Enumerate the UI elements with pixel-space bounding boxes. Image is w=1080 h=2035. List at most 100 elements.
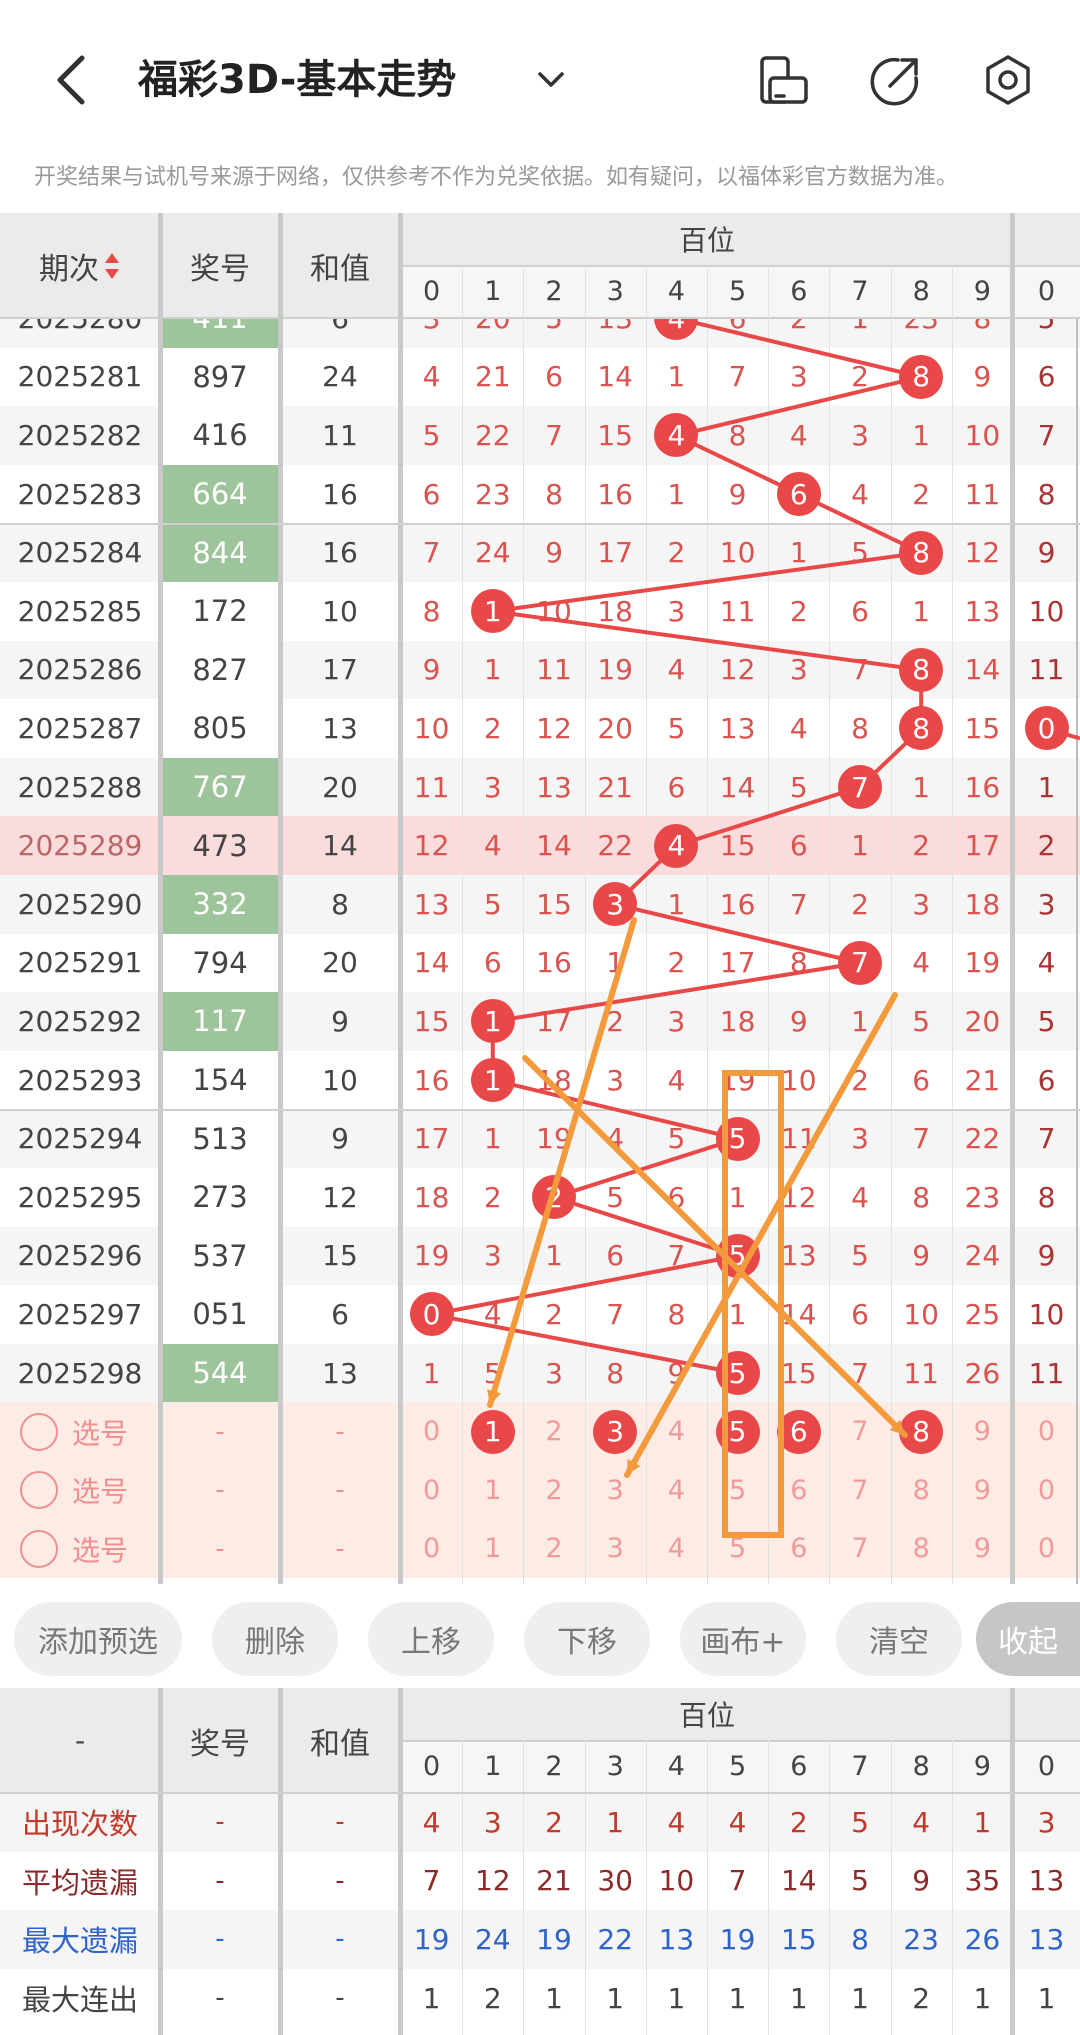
omission-value: 6 [912, 1063, 931, 1097]
issue-cell: 2025287 [17, 711, 143, 745]
selected-ball[interactable]: 6 [776, 1409, 821, 1454]
omission-value: 1 [789, 536, 808, 570]
select-digit[interactable]: 6 [790, 1533, 807, 1564]
select-digit-cell[interactable]: 4 [646, 1520, 707, 1579]
add-preselect-button[interactable]: 添加预选 [14, 1602, 182, 1676]
sort-icon[interactable] [103, 251, 121, 281]
landscape-rotate-icon[interactable] [756, 52, 812, 108]
selected-ball[interactable]: 3 [593, 1409, 638, 1454]
omission-cell: 1 [891, 582, 952, 641]
select-digit-cell[interactable]: 2 [523, 1402, 584, 1461]
page-title[interactable]: 福彩3D-基本走势 [138, 52, 456, 108]
select-digit[interactable]: 0 [423, 1416, 440, 1447]
select-digit[interactable]: 5 [729, 1533, 746, 1564]
select-digit-cell[interactable]: 8 [891, 1402, 952, 1461]
select-digit[interactable]: 0 [1038, 1475, 1055, 1506]
chevron-down-icon[interactable] [534, 60, 568, 100]
select-digit-cell[interactable]: 5 [707, 1402, 768, 1461]
selected-ball[interactable]: 5 [715, 1409, 760, 1454]
select-label-cell[interactable]: 选号 [0, 1520, 160, 1579]
select-digit[interactable]: 3 [607, 1475, 624, 1506]
select-digit[interactable]: 8 [913, 1533, 930, 1564]
select-digit[interactable]: 0 [423, 1533, 440, 1564]
select-digit[interactable]: 2 [545, 1416, 562, 1447]
select-digit-cell[interactable]: 0 [401, 1461, 462, 1520]
select-digit-cell[interactable]: 7 [829, 1461, 890, 1520]
omission-value: 2 [851, 360, 869, 394]
select-digit[interactable]: 4 [668, 1533, 685, 1564]
select-digit-cell[interactable]: 9 [952, 1520, 1013, 1579]
select-digit[interactable]: 3 [607, 1533, 624, 1564]
omission-value: 8 [606, 1356, 625, 1390]
select-digit[interactable]: 0 [1038, 1533, 1055, 1564]
select-digit-cell[interactable]: 9 [952, 1461, 1013, 1520]
select-digit-cell[interactable]: 1 [462, 1520, 523, 1579]
select-digit-cell[interactable]: 7 [829, 1520, 890, 1579]
clear-button[interactable]: 清空 [836, 1602, 962, 1676]
canvas-add-button[interactable]: 画布+ [680, 1602, 806, 1676]
select-digit-cell[interactable]: 0 [401, 1402, 462, 1461]
select-digit[interactable]: 0 [423, 1475, 440, 1506]
select-digit-cell[interactable]: 8 [891, 1520, 952, 1579]
select-digit[interactable]: 2 [545, 1533, 562, 1564]
select-digit[interactable]: 9 [974, 1475, 991, 1506]
select-digit[interactable]: 4 [668, 1416, 685, 1447]
select-digit-cell[interactable]: 3 [585, 1461, 646, 1520]
select-digit-cell[interactable]: 5 [707, 1461, 768, 1520]
omission-value: 15 [719, 829, 756, 863]
select-digit-cell[interactable]: 2 [523, 1461, 584, 1520]
radio-circle-icon[interactable] [20, 1529, 58, 1568]
select-digit-cell[interactable]: 4 [646, 1461, 707, 1520]
radio-circle-icon[interactable] [20, 1471, 58, 1510]
select-digit-cell[interactable]: 4 [646, 1402, 707, 1461]
select-digit[interactable]: 5 [729, 1475, 746, 1506]
select-label-cell[interactable]: 选号 [0, 1461, 160, 1520]
omission-value: 5 [851, 536, 869, 570]
stats-value: 22 [597, 1922, 633, 1956]
select-digit-cell[interactable]: 3 [585, 1402, 646, 1461]
select-digit-cell[interactable]: 8 [891, 1461, 952, 1520]
select-digit-cell[interactable]: 6 [768, 1461, 829, 1520]
move-down-button[interactable]: 下移 [524, 1602, 650, 1676]
select-digit[interactable]: 4 [668, 1475, 685, 1506]
select-digit-cell[interactable]: 6 [768, 1402, 829, 1461]
select-digit-cell[interactable]: 7 [829, 1402, 890, 1461]
select-digit-cell[interactable]: 6 [768, 1520, 829, 1579]
omission-value: 17 [597, 536, 633, 570]
select-digit-cell[interactable]: 1 [462, 1402, 523, 1461]
select-digit[interactable]: 0 [1038, 1416, 1055, 1447]
select-digit[interactable]: 2 [545, 1475, 562, 1506]
column-header-issue[interactable]: 期次 [0, 213, 160, 318]
move-up-button[interactable]: 上移 [368, 1602, 494, 1676]
select-digit[interactable]: 1 [484, 1533, 501, 1564]
select-digit-cell[interactable]: 9 [952, 1402, 1013, 1461]
select-digit-cell[interactable]: 2 [523, 1520, 584, 1579]
selected-ball[interactable]: 1 [470, 1409, 515, 1454]
collapse-button[interactable]: 收起 [976, 1602, 1080, 1676]
select-digit[interactable]: 7 [851, 1475, 868, 1506]
stats-value: 5 [851, 1805, 869, 1839]
select-digit[interactable]: 9 [974, 1416, 991, 1447]
omission-value: 15 [964, 711, 1001, 745]
radio-circle-icon[interactable] [20, 1412, 58, 1451]
back-arrow-icon[interactable] [50, 52, 90, 108]
delete-button[interactable]: 删除 [212, 1602, 338, 1676]
select-digit[interactable]: 7 [851, 1416, 868, 1447]
select-digit[interactable]: 8 [913, 1475, 930, 1506]
settings-icon[interactable] [980, 52, 1036, 108]
select-digit-cell[interactable]: 1 [462, 1461, 523, 1520]
stats-sum-cell: - [335, 1924, 345, 1955]
omission-cell: 2 [891, 816, 952, 875]
stats-value: 21 [536, 1864, 572, 1898]
select-digit[interactable]: 1 [484, 1475, 501, 1506]
select-digit[interactable]: 9 [974, 1533, 991, 1564]
select-label-cell[interactable]: 选号 [0, 1402, 160, 1461]
select-digit-cell[interactable]: 5 [707, 1520, 768, 1579]
share-icon[interactable] [868, 52, 924, 108]
selected-ball[interactable]: 8 [899, 1409, 944, 1454]
select-digit[interactable]: 6 [790, 1475, 807, 1506]
omission-cell: 9 [646, 1344, 707, 1403]
select-digit-cell[interactable]: 3 [585, 1520, 646, 1579]
select-digit-cell[interactable]: 0 [401, 1520, 462, 1579]
select-digit[interactable]: 7 [851, 1533, 868, 1564]
